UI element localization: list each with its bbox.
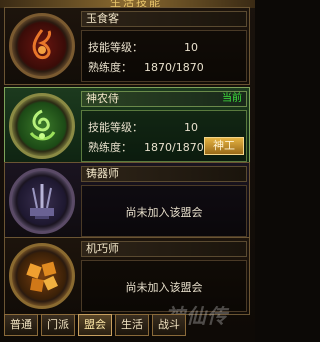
tab-menpai[interactable]: 门派 [41, 314, 75, 336]
skill-name-text: 玉食客 [86, 12, 119, 25]
skill-name: 机巧师 [81, 241, 247, 257]
proficiency-label: 熟练度： [88, 61, 132, 74]
tab-shenghuo[interactable]: 生活 [115, 314, 149, 336]
skill-card-yushike[interactable]: 玉食客 技能等级： 10 熟练度： 1870/1870 [4, 7, 250, 85]
skill-level-label: 技能等级： [88, 121, 143, 134]
proficiency-row: 熟练度： 1870/1870 [88, 59, 204, 75]
skill-name-text: 铸器师 [86, 167, 119, 180]
current-status-badge: 当前 [222, 93, 242, 104]
skill-stats: 尚未加入该盟会 [81, 185, 247, 237]
skill-name: 铸器师 [81, 166, 247, 182]
tab-putong[interactable]: 普通 [4, 314, 38, 336]
tab-zhandou[interactable]: 战斗 [152, 314, 186, 336]
skill-name: 神农侍 当前 [81, 91, 247, 107]
skill-level-label: 技能等级： [88, 41, 143, 54]
bottom-tab-bar: 普通 门派 盟会 生活 战斗 [4, 314, 186, 338]
shengong-button[interactable]: 神工 [204, 137, 244, 155]
skill-level-row: 技能等级： 10 [88, 39, 198, 55]
not-joined-message: 尚未加入该盟会 [125, 281, 203, 294]
forge-weapons-emblem-icon [9, 168, 75, 234]
proficiency-row: 熟练度： 1870/1870 [88, 139, 204, 155]
skill-name: 玉食客 [81, 11, 247, 27]
skill-level-value: 10 [184, 41, 198, 54]
proficiency-value: 1870/1870 [144, 141, 204, 154]
spoon-flame-emblem-icon [9, 13, 75, 79]
skill-card-shennongshi[interactable]: 神农侍 当前 技能等级： 10 熟练度： 1870/1870 神工 [4, 87, 250, 165]
skill-name-text: 神农侍 [86, 92, 119, 105]
skill-card-zhuqishi[interactable]: 铸器师 尚未加入该盟会 [4, 162, 250, 240]
proficiency-label: 熟练度： [88, 141, 132, 154]
proficiency-value: 1870/1870 [144, 61, 204, 74]
not-joined-message: 尚未加入该盟会 [125, 206, 203, 219]
skill-stats: 技能等级： 10 熟练度： 1870/1870 [81, 30, 247, 82]
herb-swirl-emblem-icon [9, 93, 75, 159]
skill-name-text: 机巧师 [86, 242, 119, 255]
gear-mechanism-emblem-icon [9, 243, 75, 309]
life-skills-panel: 生活技能 玉食客 技能等级： 10 熟练度： 1870/1870 神农侍 当前 … [0, 0, 255, 342]
skill-stats: 技能等级： 10 熟练度： 1870/1870 神工 [81, 110, 247, 162]
skill-level-value: 10 [184, 121, 198, 134]
skill-level-row: 技能等级： 10 [88, 119, 198, 135]
tab-menghui[interactable]: 盟会 [78, 314, 112, 336]
